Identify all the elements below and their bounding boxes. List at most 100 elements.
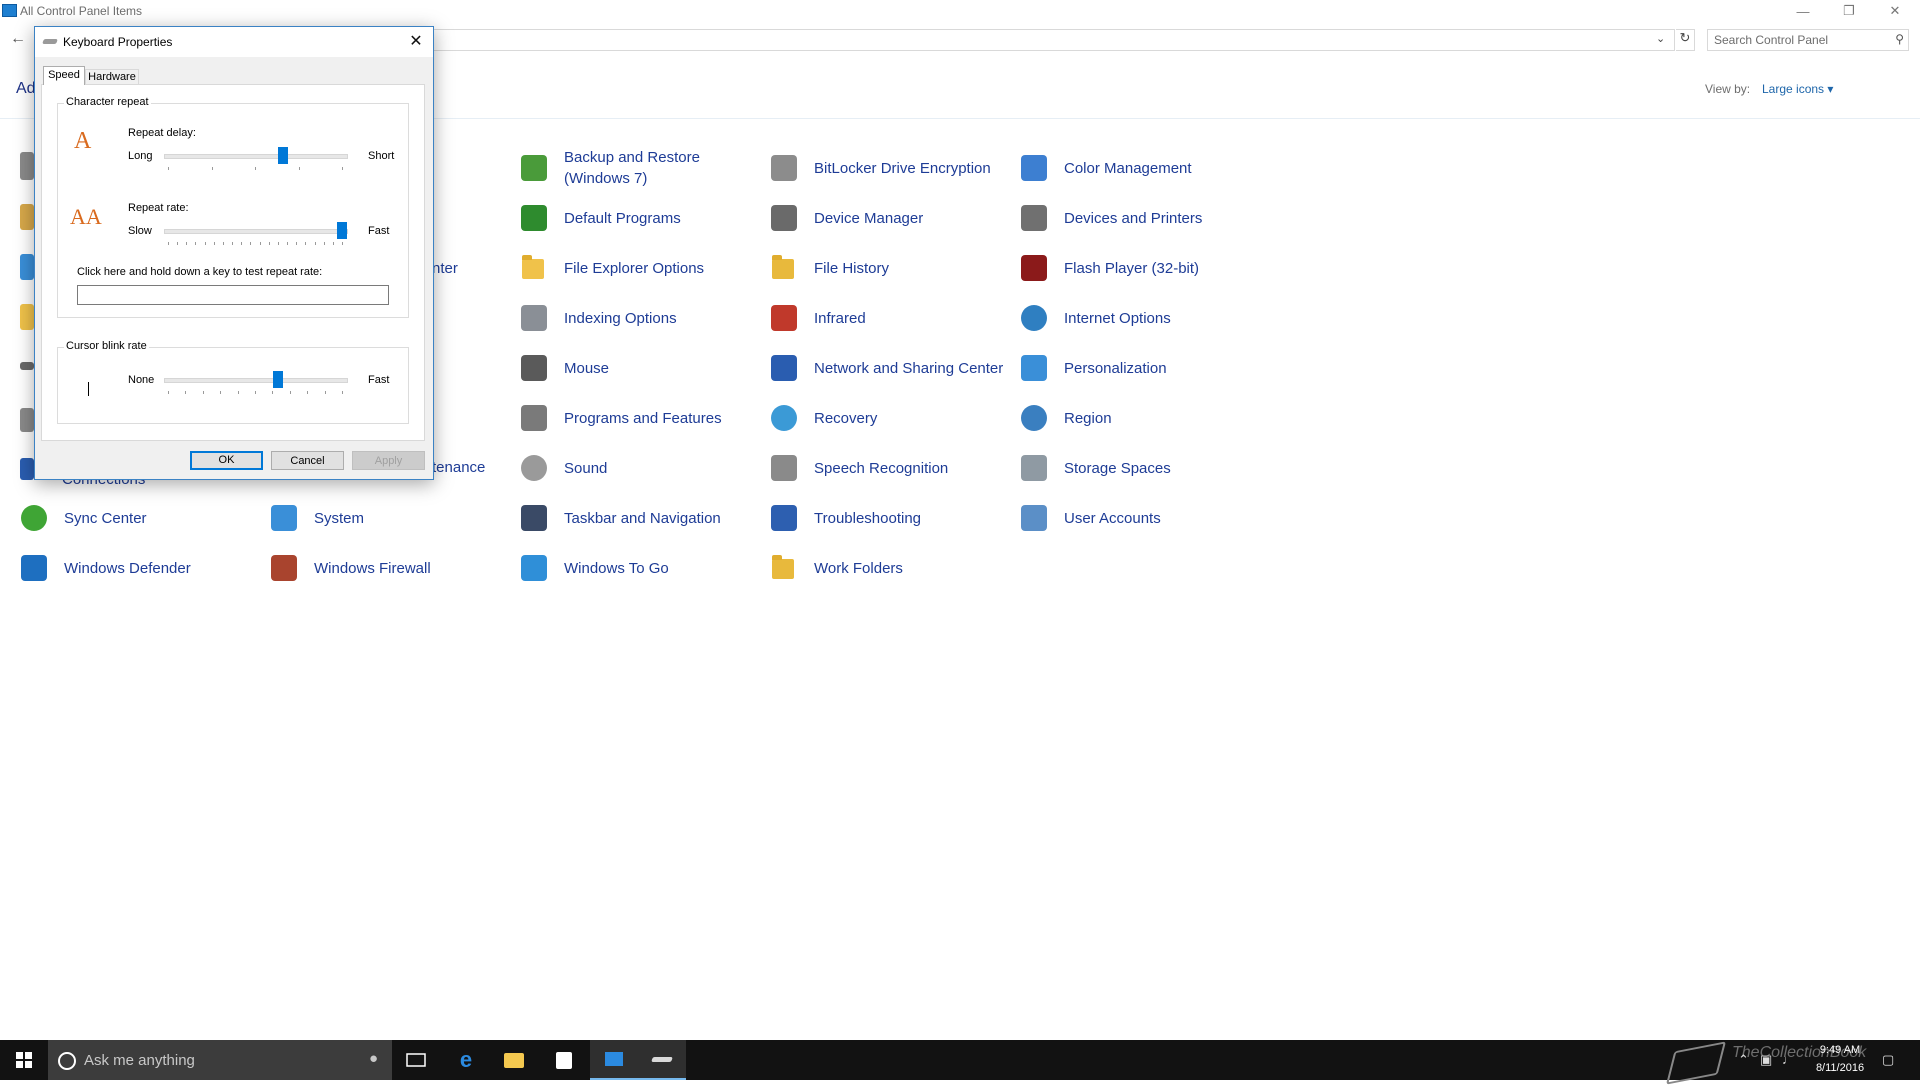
slider-tick <box>195 242 197 245</box>
internet-options-icon <box>1018 302 1050 334</box>
cp-item-personalization[interactable]: Personalization <box>1018 346 1167 390</box>
cp-item-system[interactable]: System <box>268 496 364 540</box>
tab-speed[interactable]: Speed <box>43 66 85 85</box>
cp-item-recovery[interactable]: Recovery <box>768 396 877 440</box>
dialog-close-button[interactable]: ✕ <box>399 27 433 57</box>
indexing-options-icon <box>518 302 550 334</box>
taskbar-navigation-icon <box>518 502 550 534</box>
slider-thumb[interactable] <box>272 371 283 388</box>
volume-icon[interactable]: ♩ <box>1782 1052 1795 1067</box>
close-button[interactable]: ✕ <box>1872 0 1918 22</box>
slider-track[interactable] <box>164 378 348 383</box>
cp-item-user-accounts[interactable]: User Accounts <box>1018 496 1161 540</box>
cp-item-storage-spaces[interactable]: Storage Spaces <box>1018 446 1171 490</box>
slider-thumb[interactable] <box>277 147 288 164</box>
slider-tick <box>222 242 224 245</box>
cp-item-network-sharing[interactable]: Network and Sharing Center <box>768 346 1003 390</box>
restore-button[interactable]: ❐ <box>1826 0 1872 22</box>
slider-thumb[interactable] <box>337 222 347 239</box>
cp-item-infrared[interactable]: Infrared <box>768 296 866 340</box>
cp-item-flash-player[interactable]: Flash Player (32-bit) <box>1018 246 1199 290</box>
cp-item-mouse[interactable]: Mouse <box>518 346 609 390</box>
cp-item-sync-center[interactable]: Sync Center <box>18 496 147 540</box>
cp-item-windows-firewall[interactable]: Windows Firewall <box>268 546 431 590</box>
slider-track[interactable] <box>164 154 348 159</box>
cp-item-file-history[interactable]: File History <box>768 246 889 290</box>
partial-label-center[interactable]: nter <box>432 258 458 279</box>
windows-to-go-icon <box>518 552 550 584</box>
cp-item-indexing-options[interactable]: Indexing Options <box>518 296 677 340</box>
cancel-button[interactable]: Cancel <box>271 451 344 470</box>
slider-tick <box>307 391 309 394</box>
apply-button[interactable]: Apply <box>352 451 425 470</box>
cp-item-region[interactable]: Region <box>1018 396 1112 440</box>
cp-item-color-management[interactable]: Color Management <box>1018 146 1192 190</box>
page-heading: Ad <box>16 80 36 97</box>
slider-tick <box>272 391 274 394</box>
cp-item-label: Programs and Features <box>564 409 722 427</box>
ok-button[interactable]: OK <box>190 451 263 470</box>
windows-firewall-icon <box>268 552 300 584</box>
windows-logo-icon <box>16 1052 32 1068</box>
cp-item-backup-restore[interactable]: Backup and Restore (Windows 7) <box>518 146 714 190</box>
cp-item-programs-features[interactable]: Programs and Features <box>518 396 722 440</box>
storage-spaces-icon <box>1018 452 1050 484</box>
file-explorer-button[interactable] <box>490 1040 538 1080</box>
task-view-button[interactable] <box>392 1040 440 1080</box>
tab-hardware[interactable]: Hardware <box>85 69 139 85</box>
cortana-search-box[interactable]: Ask me anything ● <box>48 1040 392 1080</box>
work-folders-icon <box>768 552 800 584</box>
slider-track[interactable] <box>164 229 348 234</box>
partial-label-maintenance[interactable]: tenance <box>432 457 485 478</box>
cp-item-windows-defender[interactable]: Windows Defender <box>18 546 191 590</box>
cp-item-label: Windows To Go <box>564 559 669 577</box>
cp-item-file-explorer-options[interactable]: File Explorer Options <box>518 246 704 290</box>
slider-tick <box>237 391 239 394</box>
cp-item-taskbar-navigation[interactable]: Taskbar and Navigation <box>518 496 721 540</box>
refresh-icon[interactable]: ↻ <box>1676 29 1695 51</box>
store-button[interactable] <box>540 1040 588 1080</box>
cp-item-speech-recognition[interactable]: Speech Recognition <box>768 446 948 490</box>
slider-tick <box>298 167 300 170</box>
cp-item-internet-options[interactable]: Internet Options <box>1018 296 1171 340</box>
cp-item-windows-to-go[interactable]: Windows To Go <box>518 546 669 590</box>
blink-none-label: None <box>128 374 155 386</box>
search-box[interactable]: ⚲ <box>1707 29 1909 51</box>
action-center-icon[interactable]: ▢ <box>1882 1052 1894 1068</box>
start-button[interactable] <box>0 1040 48 1080</box>
microphone-icon[interactable]: ● <box>369 1050 378 1067</box>
keyboard-properties-taskbar-button[interactable] <box>638 1040 686 1080</box>
cp-item-device-manager[interactable]: Device Manager <box>768 196 923 240</box>
cp-item-bitlocker[interactable]: BitLocker Drive Encryption <box>768 146 991 190</box>
cp-item-troubleshooting[interactable]: Troubleshooting <box>768 496 921 540</box>
cp-item-sound[interactable]: Sound <box>518 446 607 490</box>
address-box[interactable] <box>430 29 1675 51</box>
slider-tick <box>168 391 169 394</box>
region-icon <box>1018 402 1050 434</box>
minimize-button[interactable]: — <box>1780 0 1826 22</box>
show-hidden-icons-icon[interactable]: ⌃ <box>1738 1052 1749 1068</box>
back-arrow-icon[interactable]: ← <box>10 30 26 48</box>
delay-short-label: Short <box>368 150 395 162</box>
device-manager-icon <box>768 202 800 234</box>
cp-item-label: File History <box>814 259 890 277</box>
troubleshooting-icon <box>768 502 800 534</box>
chevron-down-icon[interactable]: ⌄ <box>1656 32 1665 45</box>
cp-item-default-programs[interactable]: Default Programs <box>518 196 681 240</box>
search-icon[interactable]: ⚲ <box>1895 32 1904 46</box>
windows-defender-icon <box>18 552 50 584</box>
slider-tick <box>250 242 252 245</box>
test-repeat-input[interactable] <box>77 285 389 305</box>
network-icon[interactable]: ▣ <box>1760 1052 1772 1068</box>
window-title: All Control Panel Items <box>20 4 143 18</box>
control-panel-taskbar-button[interactable] <box>590 1040 638 1080</box>
edge-button[interactable]: e <box>442 1040 490 1080</box>
search-input[interactable] <box>1714 32 1884 48</box>
cp-item-label: Devices and Printers <box>1064 209 1203 227</box>
cp-item-devices-printers[interactable]: Devices and Printers <box>1018 196 1202 240</box>
cp-item-work-folders[interactable]: Work Folders <box>768 546 903 590</box>
user-accounts-icon <box>1018 502 1050 534</box>
color-management-icon <box>1018 152 1050 184</box>
slider-tick <box>185 391 187 394</box>
view-by-dropdown[interactable]: Large icons ▾ <box>1762 82 1833 96</box>
